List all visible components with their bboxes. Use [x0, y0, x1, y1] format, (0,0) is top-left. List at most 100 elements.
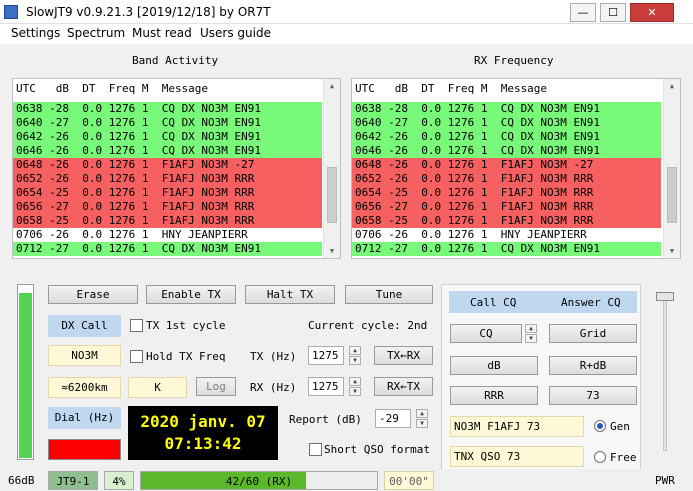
- tx-hz-up-icon[interactable]: ▲: [349, 346, 361, 355]
- decode-row[interactable]: 0706 -26 0.0 1276 1 HNY JEANPIERR: [352, 228, 661, 242]
- free-label: Free: [610, 451, 637, 464]
- decode-row[interactable]: 0642 -26 0.0 1276 1 CQ DX NO3M EN91: [13, 130, 322, 144]
- power-slider-track[interactable]: [663, 300, 667, 451]
- decode-row[interactable]: 0652 -26 0.0 1276 1 F1AFJ NO3M RRR: [352, 172, 661, 186]
- decode-row[interactable]: 0656 -27 0.0 1276 1 F1AFJ NO3M RRR: [13, 200, 322, 214]
- hold-tx-checkbox[interactable]: [130, 350, 143, 363]
- short-qso-label: Short QSO format: [324, 443, 430, 456]
- scroll-down-icon[interactable]: ▼: [324, 244, 340, 258]
- tune-button[interactable]: Tune: [345, 285, 433, 304]
- decode-row[interactable]: 0638 -28 0.0 1276 1 CQ DX NO3M EN91: [352, 102, 661, 116]
- decode-row[interactable]: 0706 -26 0.0 1276 1 HNY JEANPIERR: [13, 228, 322, 242]
- k-field[interactable]: K: [128, 377, 187, 398]
- close-icon[interactable]: ✕: [630, 3, 674, 22]
- maximize-icon[interactable]: ☐: [600, 3, 626, 22]
- free-message-field[interactable]: TNX QSO 73: [450, 446, 584, 467]
- decode-row[interactable]: 0654 -25 0.0 1276 1 F1AFJ NO3M RRR: [352, 186, 661, 200]
- rx-frequency-scrollbar[interactable]: ▲ ▼: [663, 79, 680, 258]
- report-up-icon[interactable]: ▲: [416, 409, 428, 418]
- free-radio[interactable]: [594, 451, 606, 463]
- dx-call-label: DX Call: [48, 315, 121, 337]
- scroll-up-icon[interactable]: ▲: [664, 79, 680, 93]
- db-button[interactable]: dB: [450, 356, 538, 375]
- tx-first-checkbox[interactable]: [130, 319, 143, 332]
- grid-button[interactable]: Grid: [549, 324, 637, 343]
- cq-down-icon[interactable]: ▼: [525, 334, 537, 343]
- menu-must-read[interactable]: Must read: [132, 26, 192, 40]
- report-label: Report (dB): [289, 413, 362, 426]
- report-down-icon[interactable]: ▼: [416, 419, 428, 428]
- rrr-button[interactable]: RRR: [450, 386, 538, 405]
- seventy-three-button[interactable]: 73: [549, 386, 637, 405]
- dx-call-field[interactable]: NO3M: [48, 345, 121, 366]
- rx-hz-down-icon[interactable]: ▼: [349, 387, 361, 396]
- erase-button[interactable]: Erase: [48, 285, 138, 304]
- distance-field: ≈6200km: [48, 377, 121, 398]
- dial-label: Dial (Hz): [48, 407, 121, 429]
- current-cycle: Current cycle: 2nd: [308, 319, 428, 332]
- utc-clock: 2020 janv. 07 07:13:42: [128, 406, 278, 460]
- call-cq-label: Call CQ: [470, 296, 517, 309]
- tx-from-rx-button[interactable]: TX←RX: [374, 346, 433, 365]
- scroll-thumb[interactable]: [667, 167, 677, 223]
- decode-row[interactable]: 0658 -25 0.0 1276 1 F1AFJ NO3M RRR: [13, 214, 322, 228]
- gen-radio[interactable]: [594, 420, 606, 432]
- app-icon: [4, 5, 18, 19]
- short-qso-checkbox[interactable]: [309, 443, 322, 456]
- cq-button[interactable]: CQ: [450, 324, 522, 343]
- power-slider-thumb[interactable]: [656, 292, 674, 301]
- rx-frequency-title: RX Frequency: [474, 54, 554, 67]
- band-activity-list[interactable]: UTC dB DT Freq M Message 0638 -28 0.0 12…: [12, 78, 341, 259]
- answer-cq-label: Answer CQ: [561, 296, 621, 309]
- decode-row[interactable]: 0648 -26 0.0 1276 1 F1AFJ NO3M -27: [352, 158, 661, 172]
- minimize-icon[interactable]: —: [570, 3, 596, 22]
- decode-row[interactable]: 0640 -27 0.0 1276 1 CQ DX NO3M EN91: [13, 116, 322, 130]
- generated-message-field[interactable]: NO3M F1AFJ 73: [450, 416, 584, 437]
- menu-settings[interactable]: Settings: [11, 26, 60, 40]
- menu-users-guide[interactable]: Users guide: [200, 26, 271, 40]
- scroll-up-icon[interactable]: ▲: [324, 79, 340, 93]
- enable-tx-button[interactable]: Enable TX: [146, 285, 236, 304]
- decode-row[interactable]: 0658 -25 0.0 1276 1 F1AFJ NO3M RRR: [352, 214, 661, 228]
- band-activity-scrollbar[interactable]: ▲ ▼: [323, 79, 340, 258]
- dial-frequency-field[interactable]: [48, 439, 121, 460]
- report-input[interactable]: -29: [375, 409, 411, 428]
- title-bar: SlowJT9 v0.9.21.3 [2019/12/18] by OR7T —…: [0, 0, 693, 24]
- rx-frequency-rows: 0638 -28 0.0 1276 1 CQ DX NO3M EN91 0640 …: [352, 102, 661, 256]
- decode-row[interactable]: 0648 -26 0.0 1276 1 F1AFJ NO3M -27: [13, 158, 322, 172]
- tx-hz-label: TX (Hz): [250, 350, 297, 363]
- input-level-meter: [17, 284, 34, 460]
- decode-row[interactable]: 0646 -26 0.0 1276 1 CQ DX NO3M EN91: [13, 144, 322, 158]
- decode-row[interactable]: 0638 -28 0.0 1276 1 CQ DX NO3M EN91: [13, 102, 322, 116]
- r-plus-db-button[interactable]: R+dB: [549, 356, 637, 375]
- rx-hz-input[interactable]: 1275: [308, 377, 344, 396]
- log-button[interactable]: Log: [196, 377, 236, 396]
- window-title: SlowJT9 v0.9.21.3 [2019/12/18] by OR7T: [26, 5, 271, 19]
- cq-up-icon[interactable]: ▲: [525, 324, 537, 333]
- decode-row[interactable]: 0712 -27 0.0 1276 1 CQ DX NO3M EN91: [13, 242, 322, 256]
- decode-row[interactable]: 0656 -27 0.0 1276 1 F1AFJ NO3M RRR: [352, 200, 661, 214]
- rx-from-tx-button[interactable]: RX←TX: [374, 377, 433, 396]
- halt-tx-button[interactable]: Halt TX: [245, 285, 335, 304]
- decode-row[interactable]: 0640 -27 0.0 1276 1 CQ DX NO3M EN91: [352, 116, 661, 130]
- decode-row[interactable]: 0646 -26 0.0 1276 1 CQ DX NO3M EN91: [352, 144, 661, 158]
- decode-row[interactable]: 0652 -26 0.0 1276 1 F1AFJ NO3M RRR: [13, 172, 322, 186]
- rx-hz-up-icon[interactable]: ▲: [349, 377, 361, 386]
- gen-label: Gen: [610, 420, 630, 433]
- decode-row[interactable]: 0654 -25 0.0 1276 1 F1AFJ NO3M RRR: [13, 186, 322, 200]
- mode-indicator: JT9-1: [48, 471, 98, 490]
- decode-row[interactable]: 0642 -26 0.0 1276 1 CQ DX NO3M EN91: [352, 130, 661, 144]
- input-level-fill: [19, 292, 32, 458]
- pwr-label: PWR: [655, 474, 675, 487]
- db-level: 66dB: [8, 474, 35, 487]
- band-activity-header: UTC dB DT Freq M Message: [16, 82, 209, 95]
- rx-frequency-list[interactable]: UTC dB DT Freq M Message 0638 -28 0.0 12…: [351, 78, 681, 259]
- scroll-thumb[interactable]: [327, 167, 337, 223]
- hold-tx-label: Hold TX Freq: [146, 350, 226, 363]
- tx-hz-input[interactable]: 1275: [308, 346, 344, 365]
- menu-spectrum[interactable]: Spectrum: [67, 26, 125, 40]
- decode-row[interactable]: 0712 -27 0.0 1276 1 CQ DX NO3M EN91: [352, 242, 661, 256]
- timer-field: 00'00": [384, 471, 434, 490]
- tx-hz-down-icon[interactable]: ▼: [349, 356, 361, 365]
- scroll-down-icon[interactable]: ▼: [664, 244, 680, 258]
